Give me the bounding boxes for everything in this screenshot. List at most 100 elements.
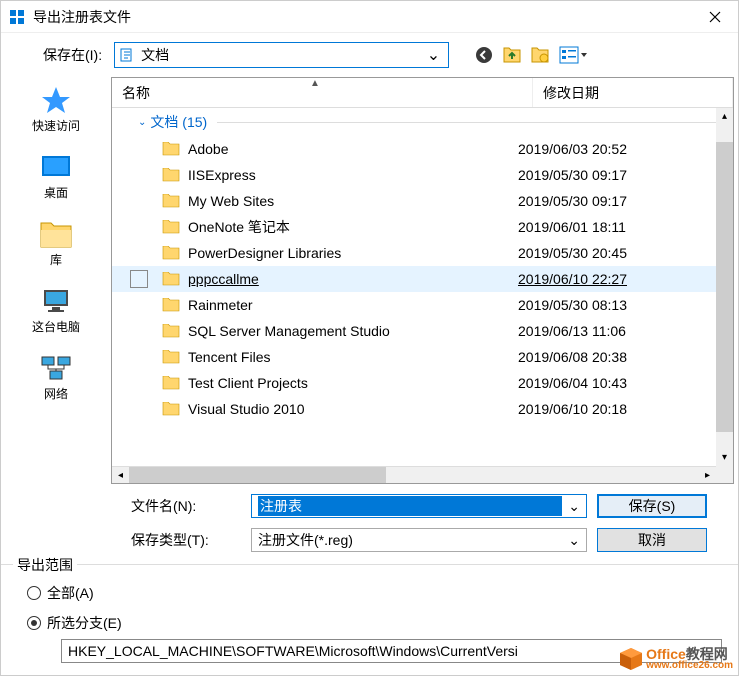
scroll-down-icon[interactable]: ▾ [716,449,733,466]
folder-icon [162,142,180,156]
file-row[interactable]: Tencent Files2019/06/08 20:38 [112,344,716,370]
vscroll-thumb[interactable] [716,142,733,432]
desktop-icon [38,152,74,182]
column-date[interactable]: 修改日期 [533,78,733,107]
radio-icon [27,616,41,630]
file-row[interactable]: Visual Studio 20102019/06/10 20:18 [112,396,716,422]
file-date: 2019/06/01 18:11 [518,219,716,235]
file-name: Visual Studio 2010 [188,401,518,417]
file-date: 2019/06/10 22:27 [518,271,716,287]
scroll-right-icon[interactable]: ▸ [699,467,716,484]
file-row[interactable]: Rainmeter2019/05/30 08:13 [112,292,716,318]
folder-icon [162,220,180,234]
file-row[interactable]: My Web Sites2019/05/30 09:17 [112,188,716,214]
group-header[interactable]: ⌄ 文档 (15) [112,108,716,136]
radio-all[interactable]: 全部(A) [27,583,722,603]
file-date: 2019/06/03 20:52 [518,141,716,157]
save-in-label: 保存在(I): [43,45,102,65]
thispc-icon [38,286,74,316]
file-name: IISExpress [188,167,518,183]
file-name: Test Client Projects [188,375,518,391]
file-row[interactable]: OneNote 笔记本2019/06/01 18:11 [112,214,716,240]
folder-icon [162,272,180,286]
file-date: 2019/05/30 20:45 [518,245,716,261]
folder-icon [162,168,180,182]
up-folder-icon[interactable] [503,46,521,64]
filetype-label: 保存类型(T): [131,530,241,550]
folder-icon [162,376,180,390]
column-headers: 名称 修改日期 [112,78,733,108]
file-date: 2019/05/30 08:13 [518,297,716,313]
network-icon [38,353,74,383]
file-date: 2019/05/30 09:17 [518,167,716,183]
sidebar-item-network[interactable]: 网络 [1,349,111,406]
window-title: 导出注册表文件 [33,7,692,27]
scroll-up-icon[interactable]: ▴ [716,108,733,125]
sidebar-item-desktop[interactable]: 桌面 [1,148,111,205]
view-menu-icon[interactable] [559,46,587,64]
chevron-down-icon: ⌄ [562,498,580,515]
close-button[interactable] [692,1,738,33]
export-range-label: 导出范围 [13,555,77,575]
cancel-button[interactable]: 取消 [597,528,707,552]
back-icon[interactable] [475,46,493,64]
file-name: SQL Server Management Studio [188,323,518,339]
quickaccess-icon [38,85,74,115]
file-name: OneNote 笔记本 [188,217,518,237]
hscroll-thumb[interactable] [129,467,386,484]
file-row[interactable]: pppccallme2019/06/10 22:27 [112,266,716,292]
checkbox[interactable] [130,270,148,288]
file-name: Tencent Files [188,349,518,365]
close-icon [709,11,721,23]
libraries-icon [38,219,74,249]
office-logo-icon [618,646,644,672]
radio-icon [27,586,41,600]
file-date: 2019/05/30 09:17 [518,193,716,209]
new-folder-icon[interactable] [531,46,549,64]
horizontal-scrollbar[interactable]: ◂ ▸ [112,466,716,483]
scroll-left-icon[interactable]: ◂ [112,467,129,484]
file-date: 2019/06/08 20:38 [518,349,716,365]
file-name: Rainmeter [188,297,518,313]
save-in-combo[interactable]: 文档 ⌄ [114,42,449,68]
folder-icon [162,194,180,208]
folder-icon [162,324,180,338]
sort-indicator-icon: ▲ [310,78,320,89]
file-pane: 名称 修改日期 ▲ ⌄ 文档 (15) Adobe2019/06/03 20:5… [111,77,734,484]
save-in-row: 保存在(I): 文档 ⌄ [1,33,738,77]
file-date: 2019/06/04 10:43 [518,375,716,391]
folder-icon [162,246,180,260]
chevron-down-icon: ⌄ [562,532,580,549]
documents-folder-icon [119,47,135,63]
column-name[interactable]: 名称 [112,78,533,107]
sidebar-item-libraries[interactable]: 库 [1,215,111,272]
save-in-value: 文档 [141,45,423,65]
chevron-down-icon: ⌄ [423,45,444,65]
save-button[interactable]: 保存(S) [597,494,707,518]
collapse-icon: ⌄ [138,117,146,128]
radio-selected-branch[interactable]: 所选分支(E) [27,613,722,633]
folder-icon [162,402,180,416]
file-row[interactable]: Adobe2019/06/03 20:52 [112,136,716,162]
file-name: pppccallme [188,271,518,287]
titlebar: 导出注册表文件 [1,1,738,33]
file-row[interactable]: IISExpress2019/05/30 09:17 [112,162,716,188]
file-row[interactable]: PowerDesigner Libraries2019/05/30 20:45 [112,240,716,266]
file-date: 2019/06/13 11:06 [518,323,716,339]
file-row[interactable]: SQL Server Management Studio2019/06/13 1… [112,318,716,344]
filetype-combo[interactable]: 注册文件(*.reg) ⌄ [251,528,587,552]
places-sidebar: 快速访问 桌面 库 这台电脑 网络 [1,77,111,484]
file-date: 2019/06/10 20:18 [518,401,716,417]
file-name: My Web Sites [188,193,518,209]
watermark: Office教程网 www.office26.com [618,646,733,672]
file-row[interactable]: Test Client Projects2019/06/04 10:43 [112,370,716,396]
registry-icon [9,9,25,25]
folder-icon [162,298,180,312]
file-name: Adobe [188,141,518,157]
sidebar-item-thispc[interactable]: 这台电脑 [1,282,111,339]
file-list[interactable]: ⌄ 文档 (15) Adobe2019/06/03 20:52IISExpres… [112,108,716,466]
filename-input[interactable]: 注册表 ⌄ [251,494,587,518]
vertical-scrollbar[interactable]: ▴ ▾ [716,108,733,466]
filename-label: 文件名(N): [131,496,241,516]
sidebar-item-quickaccess[interactable]: 快速访问 [1,81,111,138]
